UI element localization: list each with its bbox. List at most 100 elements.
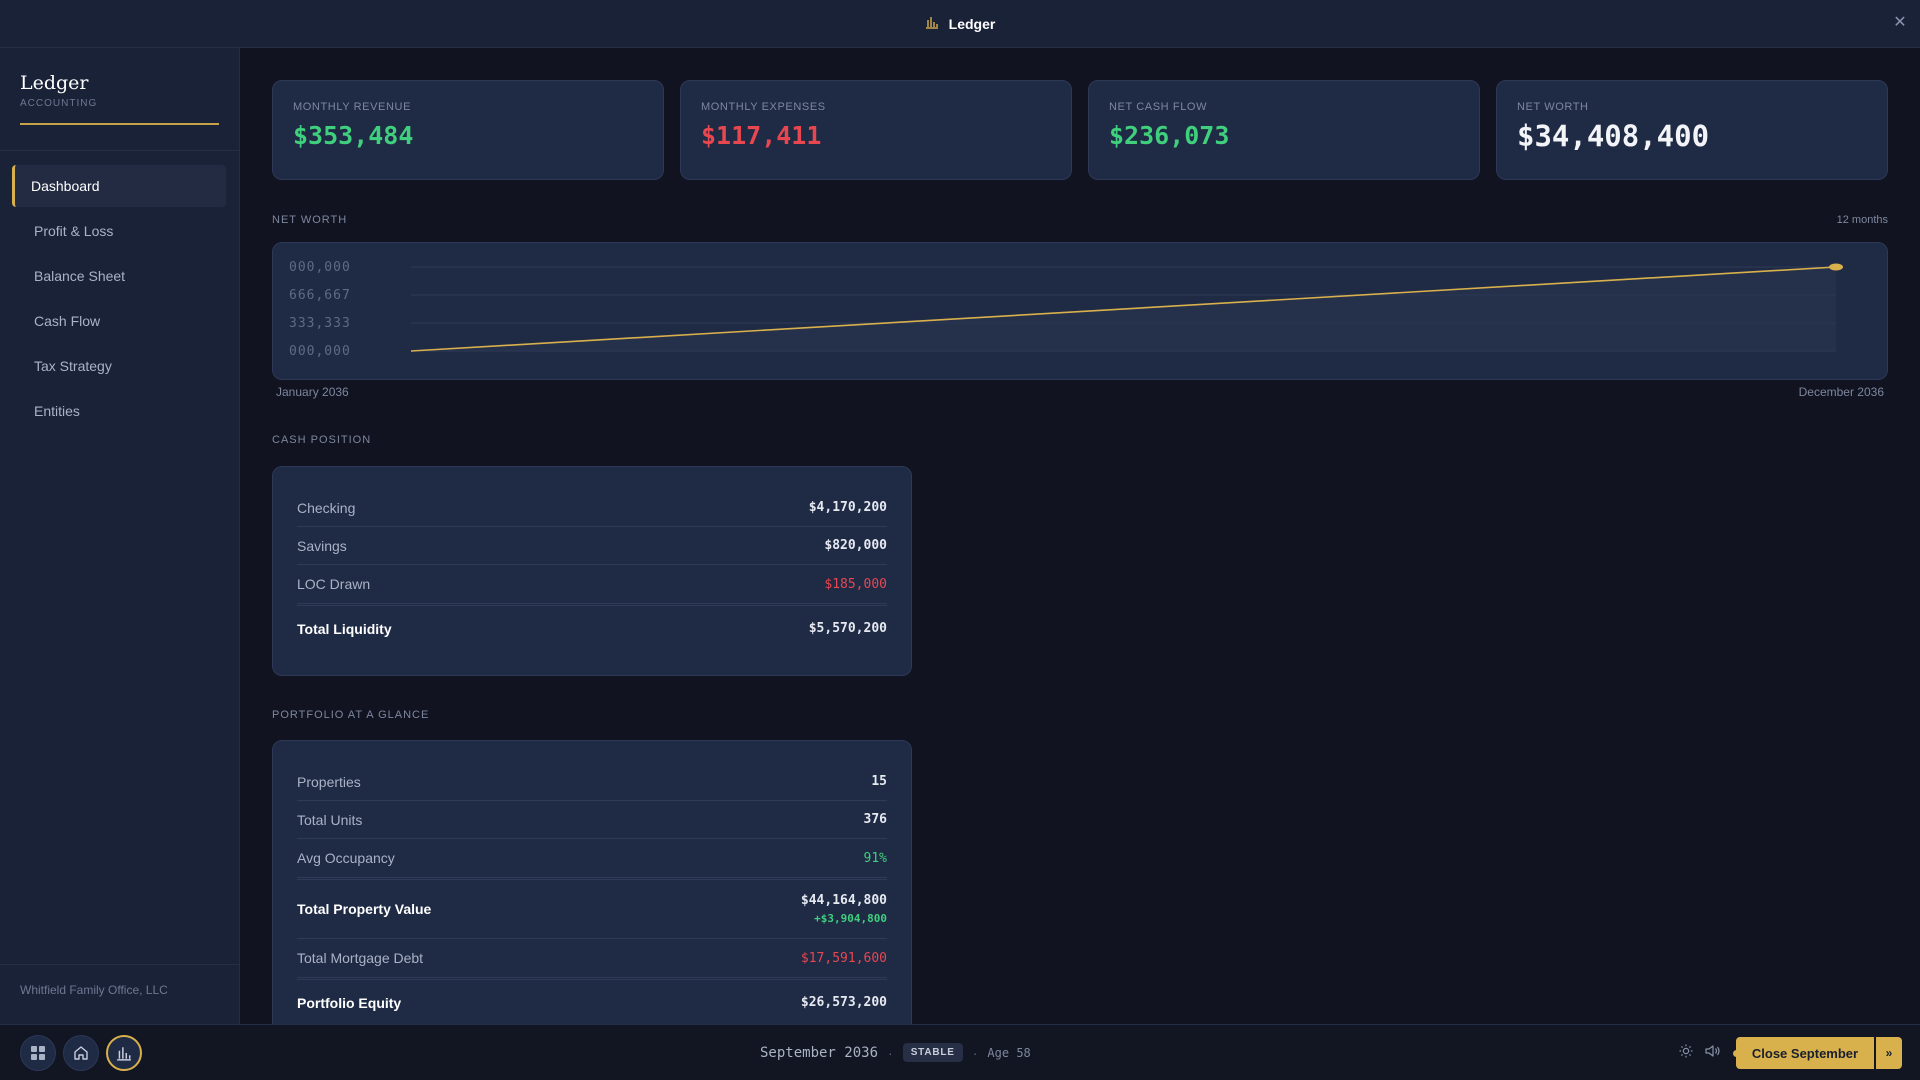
portfolio-row-equity: Portfolio Equity $26,573,200 xyxy=(297,977,887,1024)
chart-start-date: January 2036 xyxy=(276,385,349,399)
row-label: Total Liquidity xyxy=(297,620,392,637)
kpi-value: $353,484 xyxy=(293,121,414,150)
sidebar-item-label: Dashboard xyxy=(31,178,100,194)
chart-end-date: December 2036 xyxy=(1798,385,1884,399)
portfolio-row-units: Total Units 376 xyxy=(297,801,887,839)
cash-row-total-liquidity: Total Liquidity $5,570,200 xyxy=(297,603,887,651)
row-label: LOC Drawn xyxy=(297,576,371,592)
row-label: Total Property Value xyxy=(297,901,432,917)
row-change: +$3,904,800 xyxy=(814,912,887,925)
row-label: Savings xyxy=(297,537,347,554)
cash-position-card: Checking $4,170,200 Savings $820,000 LOC… xyxy=(272,466,912,676)
brand: Ledger ACCOUNTING xyxy=(0,48,239,151)
y-tick-label: 000,000 xyxy=(289,344,351,359)
chart-range-label: 12 months xyxy=(1836,214,1888,226)
status-badge: STABLE xyxy=(902,1043,963,1062)
sidebar: Ledger ACCOUNTING Dashboard Profit & Los… xyxy=(0,48,240,1024)
volume-icon[interactable] xyxy=(1705,1044,1721,1063)
row-value: $820,000 xyxy=(824,538,887,553)
window-title: Ledger xyxy=(925,15,996,32)
kpi-value: $236,073 xyxy=(1109,121,1230,150)
bar-chart-icon xyxy=(117,1047,131,1061)
kpi-value: $34,408,400 xyxy=(1517,119,1710,153)
row-label: Portfolio Equity xyxy=(297,994,402,1011)
age-label: Age 58 xyxy=(987,1045,1031,1060)
portfolio-card: Properties 15 Total Units 376 Avg Occupa… xyxy=(272,740,912,1024)
sidebar-item-tax-strategy[interactable]: Tax Strategy xyxy=(12,345,226,387)
separator: · xyxy=(972,1044,978,1061)
row-value: 376 xyxy=(863,812,887,827)
main-content: MONTHLY REVENUE $353,484 MONTHLY EXPENSE… xyxy=(240,48,1920,1024)
system-tray xyxy=(1679,1044,1740,1063)
organization-name: Whitfield Family Office, LLC xyxy=(0,964,239,1024)
close-month-button[interactable]: Close September xyxy=(1736,1037,1874,1069)
sidebar-item-dashboard[interactable]: Dashboard xyxy=(12,165,226,207)
close-month-more-button[interactable]: » xyxy=(1876,1037,1902,1069)
y-tick-label: 000,000 xyxy=(289,260,351,275)
bottom-bar: September 2036 · STABLE · Age 58 Close S… xyxy=(0,1024,1920,1080)
row-label: Total Units xyxy=(297,811,363,828)
kpi-label: MONTHLY EXPENSES xyxy=(701,101,826,113)
ledger-app-button[interactable] xyxy=(106,1035,142,1071)
brand-name: Ledger xyxy=(20,72,89,94)
cash-row-savings: Savings $820,000 xyxy=(297,527,887,565)
portfolio-row-occupancy: Avg Occupancy 91% xyxy=(297,839,887,877)
brightness-icon[interactable] xyxy=(1679,1044,1693,1063)
brand-subtitle: ACCOUNTING xyxy=(20,98,98,109)
row-label: Total Mortgage Debt xyxy=(297,950,424,966)
row-label: Avg Occupancy xyxy=(297,850,395,866)
row-value: $185,000 xyxy=(824,576,887,592)
net-worth-section-label: NET WORTH xyxy=(272,214,348,226)
sidebar-item-cash-flow[interactable]: Cash Flow xyxy=(12,300,226,342)
home-button[interactable] xyxy=(63,1035,99,1071)
y-tick-label: 666,667 xyxy=(289,288,351,303)
row-value: $26,573,200 xyxy=(800,995,887,1010)
sidebar-item-label: Cash Flow xyxy=(34,313,101,329)
row-label: Checking xyxy=(297,499,356,516)
row-value: $17,591,600 xyxy=(800,950,887,966)
sidebar-nav: Dashboard Profit & Loss Balance Sheet Ca… xyxy=(0,151,239,432)
kpi-row: MONTHLY REVENUE $353,484 MONTHLY EXPENSE… xyxy=(272,80,1888,180)
data-point xyxy=(1829,263,1843,271)
sidebar-item-label: Balance Sheet xyxy=(34,268,126,284)
app-dock xyxy=(20,1035,142,1071)
bar-chart-icon xyxy=(925,15,939,32)
current-date: September 2036 xyxy=(760,1044,879,1061)
row-value: $4,170,200 xyxy=(808,500,887,515)
kpi-monthly-revenue: MONTHLY REVENUE $353,484 xyxy=(272,80,664,180)
portfolio-section-label: PORTFOLIO AT A GLANCE xyxy=(272,709,430,721)
net-worth-chart: 000,000 666,667 333,333 000,000 xyxy=(272,242,1888,380)
kpi-monthly-expenses: MONTHLY EXPENSES $117,411 xyxy=(680,80,1072,180)
window-title-text: Ledger xyxy=(948,15,996,32)
kpi-label: MONTHLY REVENUE xyxy=(293,101,412,113)
sidebar-item-profit-loss[interactable]: Profit & Loss xyxy=(12,210,226,252)
row-value: $5,570,200 xyxy=(808,621,887,636)
row-value: $44,164,800 xyxy=(800,893,887,908)
separator: · xyxy=(888,1044,893,1061)
brand-divider xyxy=(20,123,219,125)
kpi-net-cash-flow: NET CASH FLOW $236,073 xyxy=(1088,80,1480,180)
cash-row-checking: Checking $4,170,200 xyxy=(297,489,887,527)
kpi-label: NET CASH FLOW xyxy=(1109,101,1208,113)
row-label: Properties xyxy=(297,773,361,790)
sidebar-item-label: Profit & Loss xyxy=(34,223,114,239)
apps-grid-button[interactable] xyxy=(20,1035,56,1071)
home-icon xyxy=(74,1046,88,1060)
cash-row-loc-drawn: LOC Drawn $185,000 xyxy=(297,565,887,603)
close-icon[interactable]: ✕ xyxy=(1890,13,1910,33)
sidebar-item-label: Entities xyxy=(34,403,80,419)
portfolio-row-mortgage: Total Mortgage Debt $17,591,600 xyxy=(297,939,887,977)
grid-icon xyxy=(31,1046,45,1060)
kpi-net-worth: NET WORTH $34,408,400 xyxy=(1496,80,1888,180)
title-bar: Ledger ✕ xyxy=(0,0,1920,48)
portfolio-row-property-value: Total Property Value $44,164,800 +$3,904… xyxy=(297,877,887,939)
property-value-stack: $44,164,800 +$3,904,800 xyxy=(801,893,887,925)
portfolio-row-properties: Properties 15 xyxy=(297,763,887,801)
status-area: September 2036 · STABLE · Age 58 xyxy=(760,1043,1031,1062)
net-worth-chart-svg: 000,000 666,667 333,333 000,000 xyxy=(289,260,1843,359)
kpi-value: $117,411 xyxy=(701,121,822,150)
sidebar-item-balance-sheet[interactable]: Balance Sheet xyxy=(12,255,226,297)
sidebar-item-entities[interactable]: Entities xyxy=(12,390,226,432)
sidebar-item-label: Tax Strategy xyxy=(34,358,112,374)
y-tick-label: 333,333 xyxy=(289,316,351,331)
